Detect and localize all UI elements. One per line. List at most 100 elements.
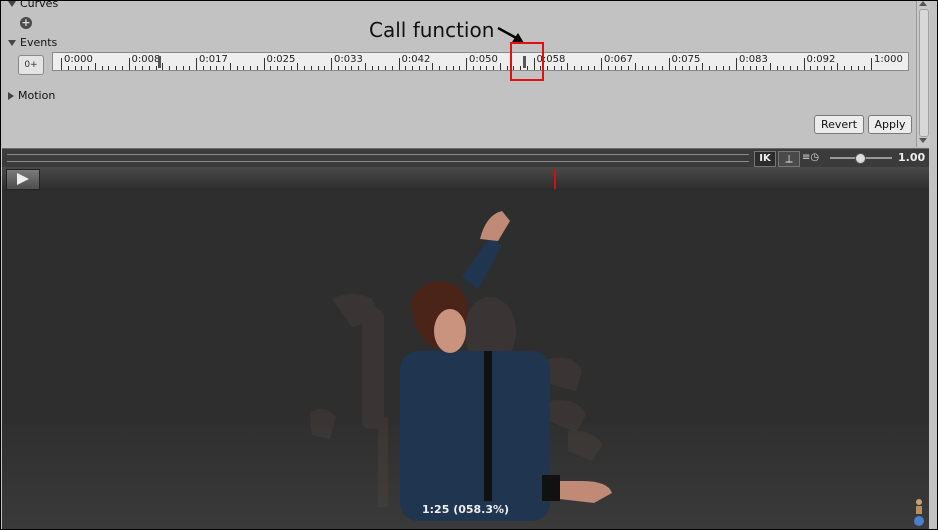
avatar-selector-icon[interactable] <box>912 497 926 527</box>
ruler-minor-tick <box>162 63 164 70</box>
playback-bar[interactable] <box>2 167 929 192</box>
ruler-minor-tick <box>121 66 123 70</box>
character-figure <box>310 211 612 521</box>
speed-value: 1.00 <box>898 151 926 164</box>
ruler-minor-tick <box>81 66 83 70</box>
ruler-minor-tick <box>493 66 494 70</box>
scrollbar-thumb[interactable] <box>919 9 929 137</box>
revert-button[interactable]: Revert <box>814 115 864 134</box>
ruler-major-tick <box>466 58 467 70</box>
ruler-minor-tick <box>506 66 508 70</box>
ruler-minor-tick <box>344 66 346 70</box>
ruler-minor-tick <box>574 66 575 70</box>
ruler-major-tick <box>331 58 332 70</box>
preview-toolbar: IK ⟂ ≡◷ 1.00 <box>2 148 929 168</box>
expand-triangle-icon[interactable] <box>8 40 16 46</box>
ruler-tick-label: 0:017 <box>199 54 228 65</box>
ruler-minor-tick <box>621 66 623 70</box>
ruler-tick-label: 0:000 <box>64 54 93 65</box>
ruler-minor-tick <box>277 66 278 70</box>
ruler-minor-tick <box>142 66 143 70</box>
animation-inspector-window: Curves + Events 0+ 0:000 0:008 0:017 0:025 0… <box>0 0 938 530</box>
event-timeline-ruler[interactable]: 0:000 0:008 0:017 0:025 0:033 0:042 0:050 0:058… <box>52 52 909 71</box>
ruler-minor-tick <box>864 66 866 70</box>
add-curve-button[interactable]: + <box>20 17 32 29</box>
ruler-minor-tick <box>297 63 299 70</box>
ruler-minor-tick <box>324 66 326 70</box>
playhead-marker[interactable] <box>554 169 556 189</box>
ruler-minor-tick <box>479 66 481 70</box>
ruler-minor-tick <box>844 66 845 70</box>
ruler-minor-tick <box>425 66 427 70</box>
curves-row[interactable]: Curves <box>8 1 58 10</box>
ruler-minor-tick <box>148 66 150 70</box>
ruler-tick-label: 0:092 <box>806 54 836 65</box>
ruler-minor-tick <box>310 66 312 70</box>
ruler-minor-tick <box>223 66 224 70</box>
animation-preview-viewport[interactable]: 1:25 (058.3%) <box>2 191 929 529</box>
ruler-minor-tick <box>250 66 251 70</box>
ruler-minor-tick <box>189 66 191 70</box>
ruler-minor-tick <box>418 66 420 70</box>
ruler-minor-tick <box>580 66 582 70</box>
ik-toggle-button[interactable]: IK <box>754 151 776 167</box>
ruler-minor-tick <box>695 66 697 70</box>
ruler-minor-tick <box>385 66 386 70</box>
ruler-minor-tick <box>850 66 852 70</box>
ruler-minor-tick <box>391 66 393 70</box>
ruler-minor-tick <box>88 66 89 70</box>
ruler-minor-tick <box>817 66 818 70</box>
playback-speed-icon: ≡◷ <box>802 152 820 163</box>
events-row[interactable]: Events <box>8 36 57 49</box>
ruler-minor-tick <box>175 66 177 70</box>
ruler-major-tick <box>601 58 602 70</box>
ruler-tick-label: 0:042 <box>401 54 431 65</box>
ruler-minor-tick <box>729 66 731 70</box>
ruler-minor-tick <box>337 66 339 70</box>
ruler-minor-tick <box>108 66 110 70</box>
vertical-scrollbar[interactable] <box>916 1 930 147</box>
ruler-minor-tick <box>722 66 724 70</box>
ruler-major-tick <box>871 58 872 70</box>
ruler-minor-tick <box>702 63 704 70</box>
scroll-down-arrow-icon[interactable] <box>919 138 927 143</box>
ruler-minor-tick <box>439 66 440 70</box>
ruler-minor-tick <box>486 66 488 70</box>
ruler-minor-tick <box>837 63 839 70</box>
ruler-minor-tick <box>209 66 211 70</box>
ruler-minor-tick <box>115 66 116 70</box>
ruler-minor-tick <box>371 66 373 70</box>
ruler-minor-tick <box>769 63 771 70</box>
ruler-major-tick <box>61 58 62 70</box>
speed-slider-knob[interactable] <box>855 153 866 164</box>
ruler-major-tick <box>668 58 670 70</box>
ruler-minor-tick <box>304 66 305 70</box>
pivot-icon[interactable]: ⟂ <box>778 151 800 167</box>
ruler-minor-tick <box>715 66 717 70</box>
inspector-panel: Curves + Events 0+ 0:000 0:008 0:017 0:025 0… <box>2 1 916 147</box>
expand-triangle-icon[interactable] <box>8 1 16 7</box>
play-icon <box>17 173 29 185</box>
ruler-tick-label: 0:067 <box>604 54 633 65</box>
resize-grip[interactable] <box>7 154 749 162</box>
ruler-minor-tick <box>553 66 555 70</box>
scroll-up-arrow-icon[interactable] <box>919 1 927 6</box>
ruler-minor-tick <box>216 66 218 70</box>
play-button[interactable] <box>6 169 40 190</box>
ruler-minor-tick <box>560 66 562 70</box>
motion-row[interactable]: Motion <box>8 89 55 102</box>
collapsed-triangle-icon[interactable] <box>8 92 14 100</box>
ruler-minor-tick <box>763 66 764 70</box>
apply-button[interactable]: Apply <box>868 115 912 134</box>
ruler-tick-label: 0:075 <box>671 54 701 65</box>
ruler-minor-tick <box>74 66 76 70</box>
ruler-minor-tick <box>628 66 629 70</box>
ruler-tick-label: 0:033 <box>334 54 363 65</box>
ruler-minor-tick <box>445 66 447 70</box>
ruler-minor-tick <box>810 66 812 70</box>
ruler-tick-label: 0:083 <box>739 54 768 65</box>
ruler-minor-tick <box>452 66 454 70</box>
ruler-minor-tick <box>351 66 353 70</box>
event-marker-early[interactable] <box>158 56 161 68</box>
add-event-button[interactable]: 0+ <box>18 55 44 75</box>
